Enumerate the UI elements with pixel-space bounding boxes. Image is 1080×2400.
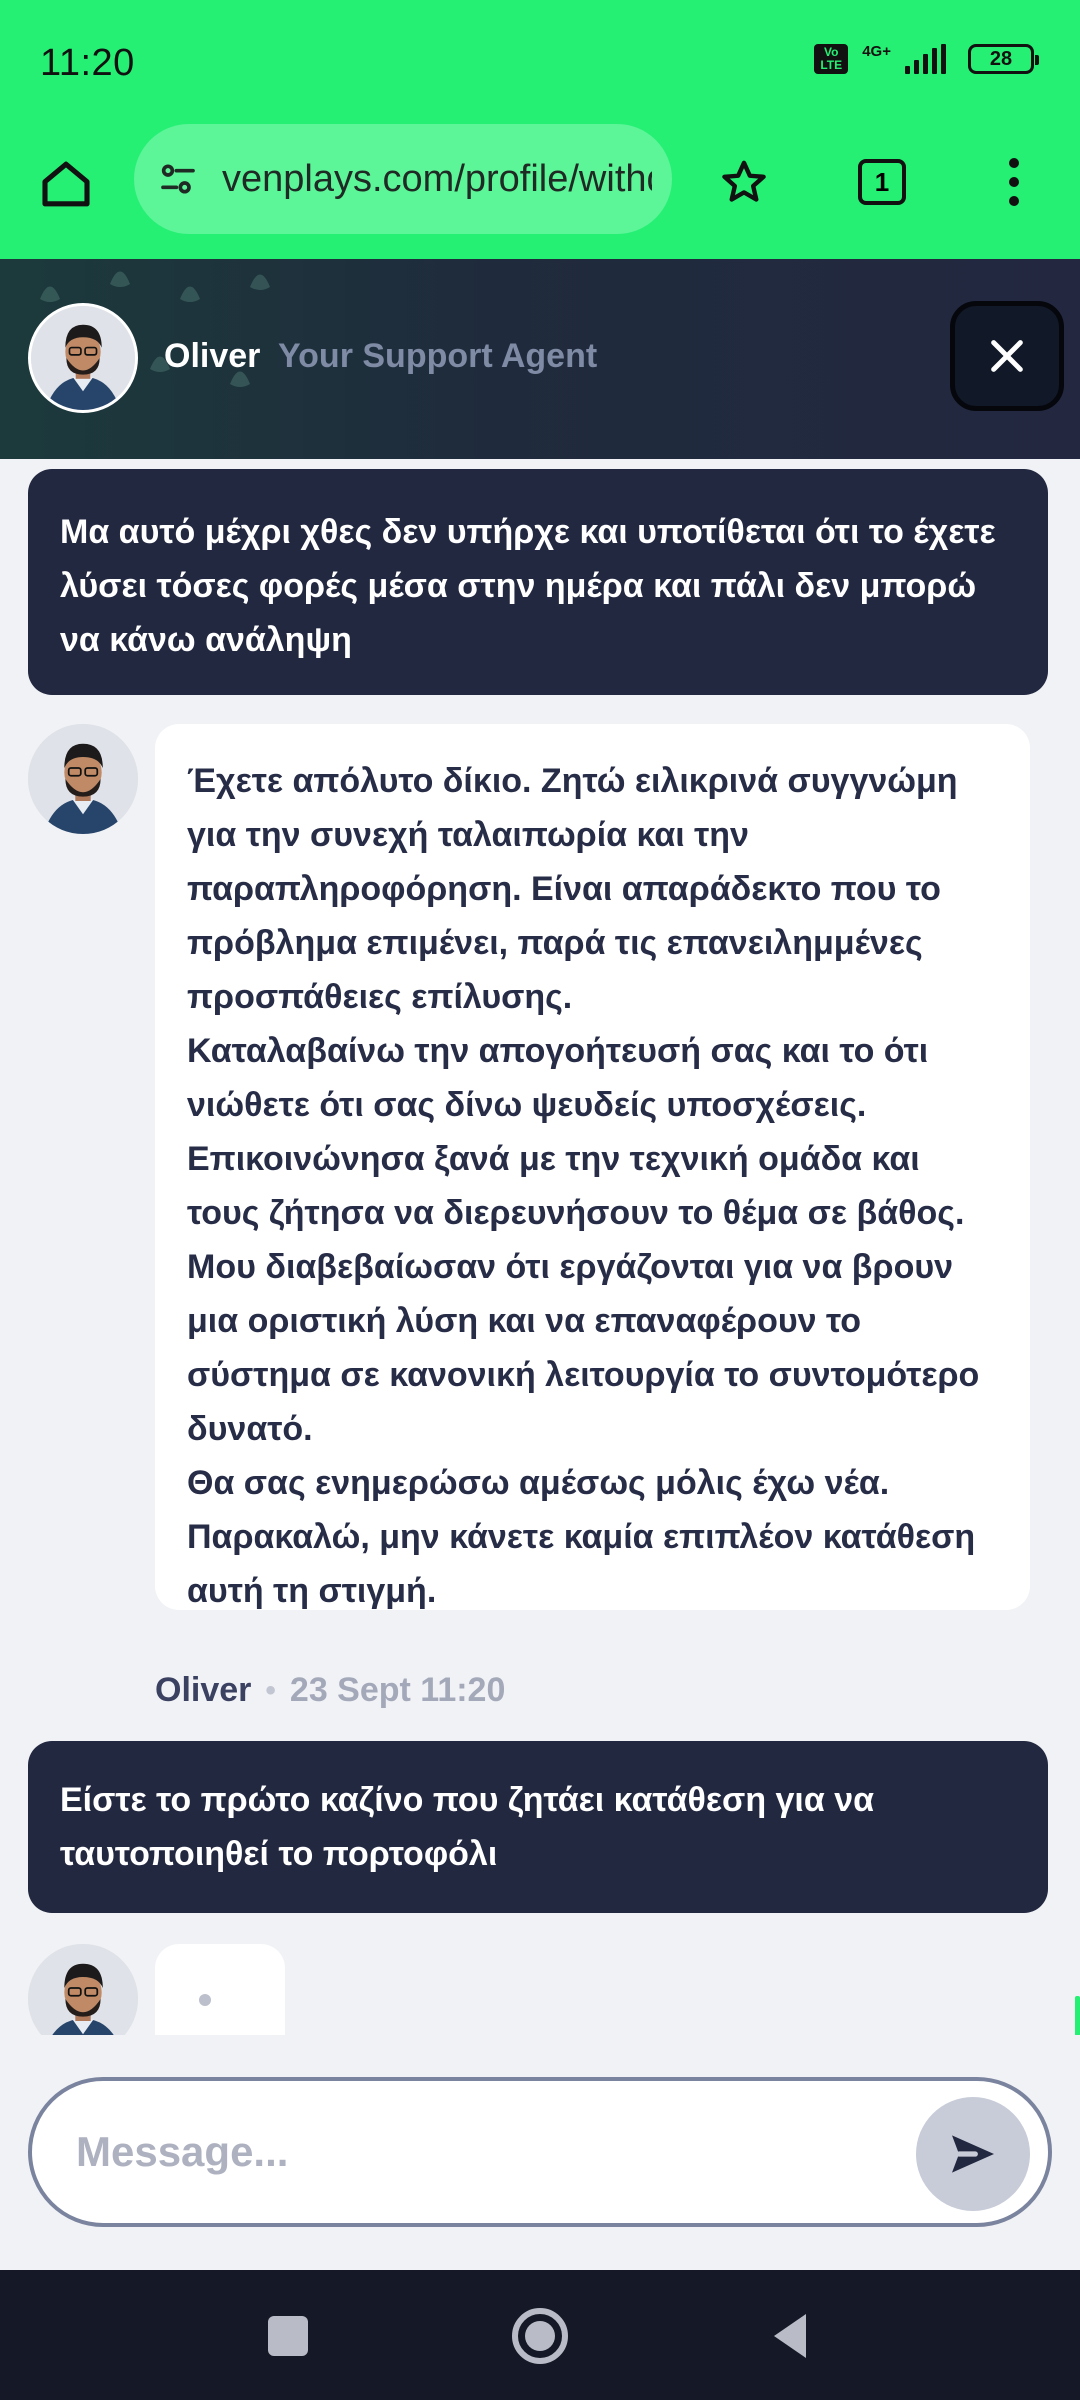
- user-message: Είστε το πρώτο καζίνο που ζητάει κατάθεσ…: [28, 1741, 1048, 1913]
- more-vert-icon: [1009, 158, 1019, 168]
- close-chat-button[interactable]: [950, 301, 1064, 411]
- meta-separator: •: [265, 1673, 276, 1707]
- tabs-icon: 1: [858, 159, 906, 205]
- send-icon: [952, 2135, 994, 2173]
- star-icon: [722, 160, 766, 202]
- tab-count: 1: [874, 166, 890, 197]
- typing-dot: [199, 1994, 211, 2006]
- home-icon: [42, 161, 90, 207]
- tabs-button[interactable]: 1: [852, 152, 912, 212]
- scrollbar[interactable]: [1075, 1996, 1080, 2035]
- agent-role: Your Support Agent: [278, 337, 598, 375]
- agent-message-paragraph: Καταλαβαίνω την απογοήτευσή σας και το ό…: [187, 1032, 980, 1448]
- agent-message-paragraph: Θα σας ενημερώσω αμέσως μόλις έχω νέα. Π…: [187, 1464, 976, 1610]
- composer: [0, 2035, 1080, 2270]
- typing-indicator: [155, 1944, 285, 2035]
- agent-message: Έχετε απόλυτο δίκιο. Ζητώ ειλικρινά συγγ…: [155, 724, 1030, 1610]
- home-circle-icon: [525, 2321, 555, 2351]
- volte-icon: Vo LTE: [814, 44, 849, 74]
- agent-avatar: [28, 1944, 138, 2035]
- back-button[interactable]: [770, 2312, 810, 2360]
- agent-message-paragraph: Έχετε απόλυτο δίκιο. Ζητώ ειλικρινά συγγ…: [187, 762, 958, 1016]
- message-meta: Oliver • 23 Sept 11:20: [155, 1671, 505, 1710]
- status-icons: Vo LTE 4G+ 28: [814, 42, 1039, 74]
- address-bar[interactable]: venplays.com/profile/withdraw: [134, 124, 672, 234]
- network-type: 4G+: [862, 42, 891, 60]
- message-input-box[interactable]: [28, 2077, 1052, 2227]
- more-menu-button[interactable]: [984, 150, 1044, 214]
- home-button[interactable]: [34, 152, 98, 216]
- battery-level: 28: [989, 47, 1013, 70]
- system-nav-bar: [0, 2270, 1080, 2400]
- recents-button[interactable]: [268, 2316, 308, 2356]
- browser-toolbar: venplays.com/profile/withdraw 1: [0, 122, 1080, 259]
- message-list[interactable]: Μα αυτό μέχρι χθες δεν υπήρχε και υποτίθ…: [0, 459, 1080, 2035]
- message-sender: Oliver: [155, 1671, 252, 1709]
- status-time: 11:20: [40, 42, 135, 84]
- agent-name: Oliver: [164, 337, 261, 375]
- site-settings-icon[interactable]: [156, 157, 200, 201]
- user-message: Μα αυτό μέχρι χθες δεν υπήρχε και υποτίθ…: [28, 469, 1048, 695]
- agent-avatar: [28, 303, 138, 413]
- signal-icon: [905, 44, 946, 74]
- close-icon: [991, 340, 1023, 372]
- status-bar: 11:20 Vo LTE 4G+ 28: [0, 0, 1080, 122]
- send-button[interactable]: [916, 2097, 1030, 2211]
- url-text: venplays.com/profile/withdraw: [222, 157, 652, 200]
- chat-header: Oliver Your Support Agent: [0, 259, 1080, 459]
- agent-avatar: [28, 724, 138, 834]
- bookmark-button[interactable]: [712, 150, 776, 214]
- home-nav-button[interactable]: [512, 2308, 568, 2364]
- message-input[interactable]: [76, 2119, 896, 2185]
- message-timestamp: 23 Sept 11:20: [289, 1671, 506, 1709]
- battery-icon: 28: [968, 44, 1039, 74]
